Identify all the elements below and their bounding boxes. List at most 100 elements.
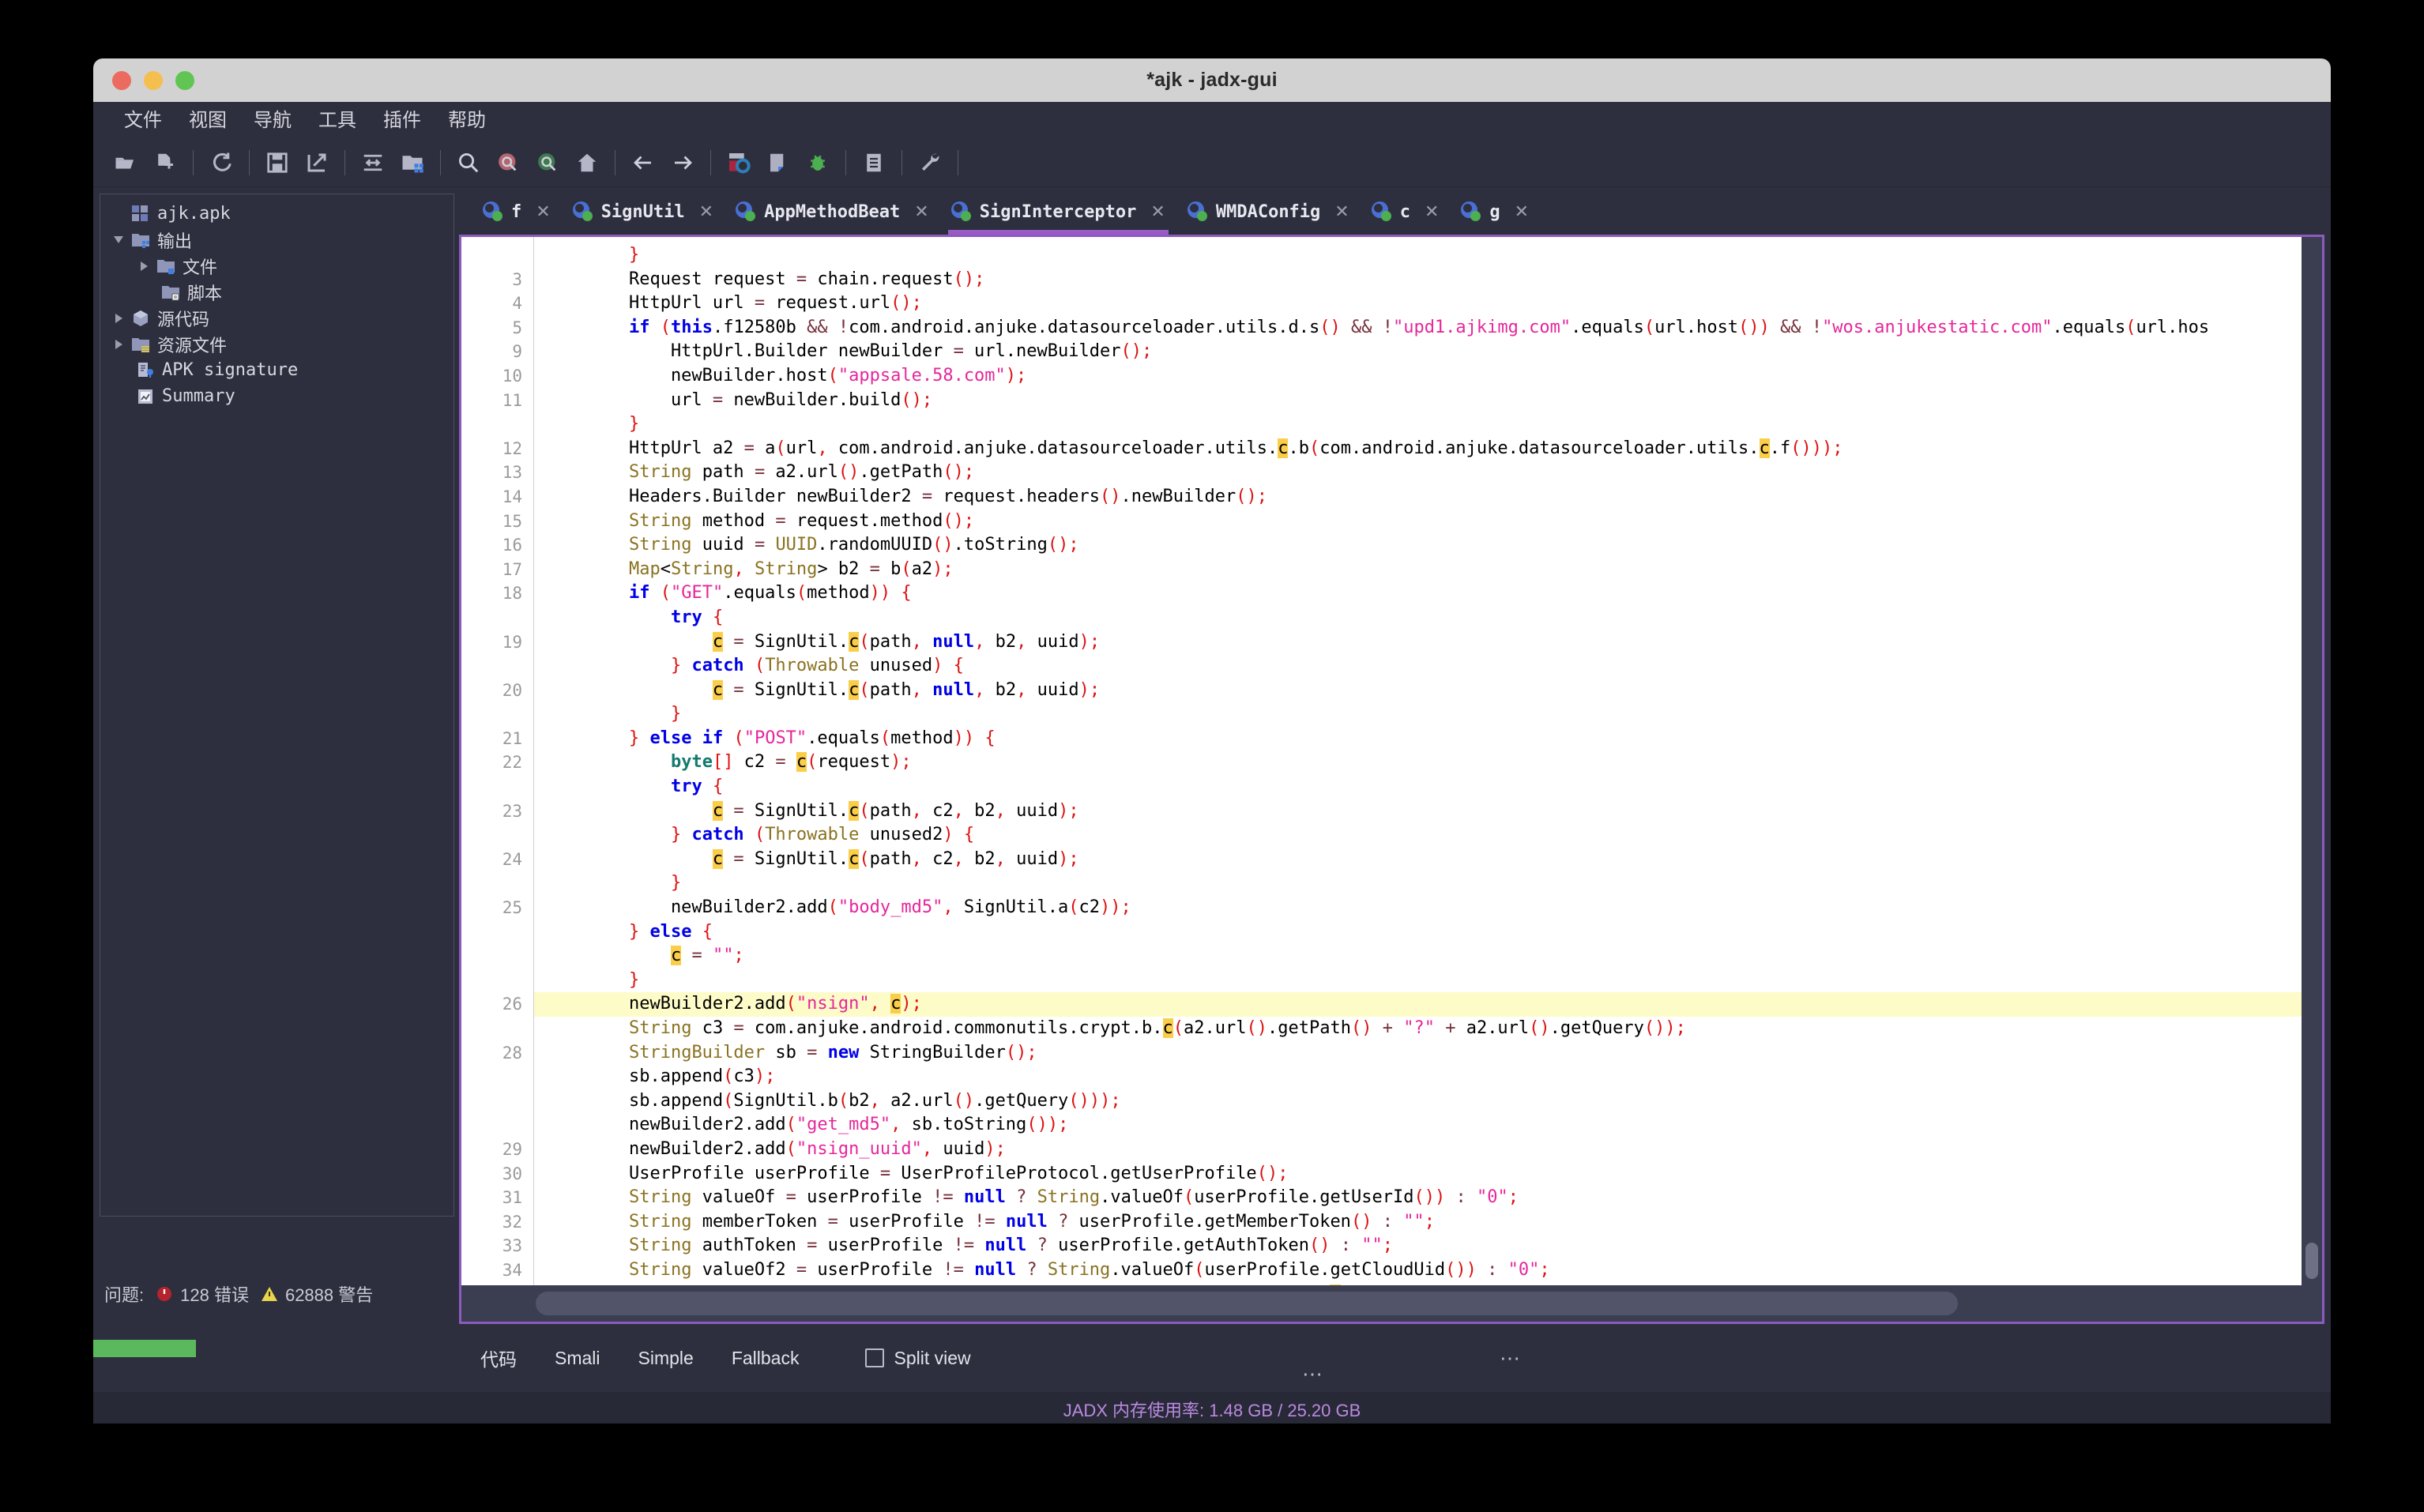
code-viewport[interactable]: 3 4 5 9 10 11 12 13 14 15 16 17 18 19 20 21 22 23 24 25 26 28… [461, 237, 2322, 1285]
drag-handle-dots-secondary[interactable]: ⋯ [1500, 1348, 1523, 1368]
menu-navigation[interactable]: 导航 [240, 102, 305, 139]
project-tree[interactable]: ajk.apk 输出 文件 脚本 源代码 资源文件 APK signature … [100, 194, 454, 1217]
vertical-scrollbar[interactable] [2302, 237, 2322, 1285]
tab-close-icon[interactable]: ✕ [914, 201, 928, 222]
line-number [461, 1065, 522, 1089]
line-number [461, 871, 522, 896]
split-view-toggle[interactable]: Split view [865, 1347, 971, 1369]
split-view-label: Split view [894, 1347, 971, 1368]
folder-output-icon [129, 231, 152, 250]
view-tab-smali[interactable]: Smali [536, 1348, 619, 1369]
problems-status: 问题: 128 错误 62888 警告 [93, 1264, 459, 1324]
code-editor[interactable]: 3 4 5 9 10 11 12 13 14 15 16 17 18 19 20 21 22 23 24 25 26 28… [459, 235, 2324, 1324]
code-line: Headers.Builder newBuilder2 = request.he… [545, 486, 1267, 506]
code-line: String uuid = UUID.randomUUID().toString… [628, 535, 1079, 555]
line-number: 17 [502, 559, 522, 579]
tab-c[interactable]: c ✕ [1361, 189, 1451, 235]
log-icon[interactable] [854, 143, 894, 182]
debug-icon[interactable] [798, 143, 837, 182]
code-line: Request request = chain.request(); [545, 269, 985, 289]
tree-item-source-code[interactable]: 源代码 [100, 305, 454, 331]
tree-item-apk[interactable]: ajk.apk [100, 201, 454, 227]
tab-signinterceptor[interactable]: SignInterceptor ✕ [940, 189, 1176, 235]
memory-usage-bar [93, 1340, 196, 1357]
toolbar-separator [344, 150, 345, 175]
package-icon [129, 309, 152, 328]
tab-signutil[interactable]: SignUtil ✕ [562, 189, 725, 235]
line-number: 4 [512, 294, 522, 314]
save-icon[interactable] [258, 143, 297, 182]
tab-appmethodbeat[interactable]: AppMethodBeat ✕ [725, 189, 940, 235]
tree-item-scripts[interactable]: 脚本 [100, 279, 454, 305]
code-line: } [628, 969, 640, 990]
code-line: c = SignUtil.c(path, null, b2, uuid); [712, 679, 1101, 700]
tab-label: f [511, 201, 522, 222]
tree-item-files[interactable]: 文件 [100, 253, 454, 279]
line-number: 34 [502, 1260, 522, 1280]
add-files-icon[interactable] [145, 143, 185, 182]
tab-label: g [1489, 201, 1500, 222]
home-icon[interactable] [567, 143, 607, 182]
line-number [461, 920, 522, 945]
twisty-right-icon[interactable] [134, 261, 154, 271]
horizontal-scrollbar[interactable] [461, 1285, 2322, 1322]
tree-item-resources[interactable]: 资源文件 [100, 331, 454, 357]
arrow-back-icon[interactable] [623, 143, 663, 182]
view-tab-fallback[interactable]: Fallback [713, 1348, 819, 1369]
twisty-right-icon[interactable] [108, 339, 129, 349]
view-tab-simple[interactable]: Simple [619, 1348, 713, 1369]
tab-close-icon[interactable]: ✕ [1515, 201, 1529, 222]
twisty-down-icon[interactable] [108, 236, 129, 243]
drag-handle-dots[interactable]: ⋯ [1302, 1363, 1325, 1384]
warning-count[interactable]: 62888 警告 [260, 1281, 373, 1307]
menu-plugins[interactable]: 插件 [370, 102, 435, 139]
split-view-checkbox[interactable] [865, 1348, 885, 1367]
export-icon[interactable] [297, 143, 337, 182]
reload-icon[interactable] [201, 143, 241, 182]
code-line: String method = request.method(); [628, 510, 975, 531]
menu-help[interactable]: 帮助 [435, 102, 499, 139]
code-line: if (this.f12580b && !com.android.anjuke.… [628, 317, 2210, 337]
sync-icon[interactable] [353, 143, 393, 182]
code-line: c = ""; [670, 946, 744, 966]
search-class-icon[interactable] [488, 143, 528, 182]
arrow-forward-icon[interactable] [663, 143, 702, 182]
tab-close-icon[interactable]: ✕ [1150, 201, 1165, 222]
menu-tools[interactable]: 工具 [305, 102, 370, 139]
error-count[interactable]: 128 错误 [155, 1281, 249, 1307]
toolbar [93, 139, 2331, 187]
open-folder-icon[interactable] [106, 143, 145, 182]
code-line: newBuilder2.add("nsign", c); [534, 992, 2322, 1017]
line-number: 11 [502, 390, 522, 410]
tab-wmdaconfig[interactable]: WMDAConfig ✕ [1176, 189, 1361, 235]
deobfuscation-icon[interactable] [719, 143, 758, 182]
tab-close-icon[interactable]: ✕ [536, 201, 550, 222]
view-tab-code[interactable]: 代码 [461, 1345, 536, 1371]
tree-item-output[interactable]: 输出 [100, 227, 454, 253]
horizontal-scrollbar-thumb[interactable] [536, 1292, 1958, 1315]
tree-item-label: Summary [162, 386, 235, 406]
twisty-right-icon[interactable] [108, 313, 129, 323]
search-icon[interactable] [449, 143, 488, 182]
vertical-scrollbar-thumb[interactable] [2305, 1243, 2318, 1279]
tree-item-apk-signature[interactable]: APK signature [100, 357, 454, 383]
tab-g[interactable]: g ✕ [1450, 189, 1540, 235]
search-comment-icon[interactable] [528, 143, 567, 182]
java-class-icon [483, 201, 503, 222]
quark-icon[interactable] [758, 143, 798, 182]
tab-close-icon[interactable]: ✕ [1334, 201, 1349, 222]
menu-file[interactable]: 文件 [111, 102, 175, 139]
tree-item-summary[interactable]: Summary [100, 383, 454, 409]
source-code[interactable]: } Request request = chain.request(); Htt… [534, 237, 2322, 1285]
line-number: 29 [502, 1139, 522, 1159]
java-class-icon [1371, 201, 1392, 222]
tab-close-icon[interactable]: ✕ [1425, 201, 1439, 222]
open-project-icon[interactable] [393, 143, 432, 182]
menu-view[interactable]: 视图 [175, 102, 240, 139]
tab-close-icon[interactable]: ✕ [699, 201, 713, 222]
tree-item-label: 资源文件 [157, 336, 228, 356]
code-line: } catch (Throwable unused2) { [670, 825, 975, 845]
tree-item-label: APK signature [162, 360, 299, 380]
preferences-icon[interactable] [910, 143, 950, 182]
tab-f[interactable]: f ✕ [472, 189, 562, 235]
